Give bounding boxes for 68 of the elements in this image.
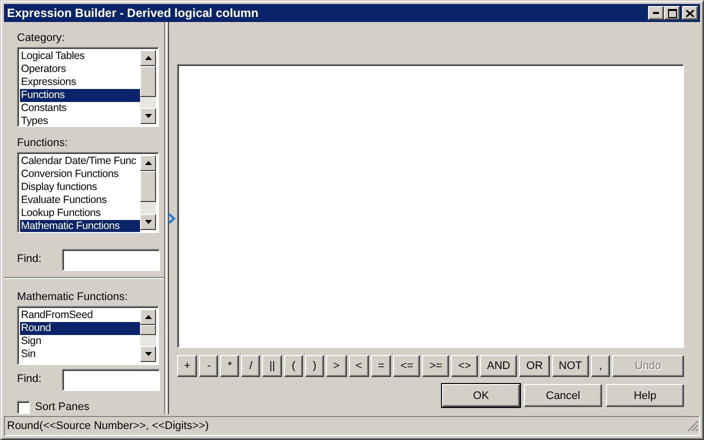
list-item[interactable]: Types [20,115,140,126]
operator-button[interactable]: || [262,355,282,377]
list-item[interactable]: Mathematic Functions [20,220,140,232]
status-text: Round(<<Source Number>>, <<Digits>>) [7,420,210,432]
list-box[interactable]: RandFromSeed Round Sign Sin [17,306,159,365]
operator-button[interactable]: >= [422,355,450,377]
list-item[interactable]: Constants [20,102,140,115]
list-item[interactable]: Calendar Date/Time Func [20,155,140,168]
operator-button[interactable]: <> [451,355,478,377]
sort-panes-checkbox[interactable] [17,400,30,414]
scroll-up-icon [144,314,152,318]
list-box[interactable]: Logical Tables Operators Expressions Functions Constants Types [17,47,159,128]
list-item[interactable]: Logical Tables [20,50,140,63]
list-item[interactable]: Display functions [20,181,140,194]
list-item[interactable]: RandFromSeed [20,308,140,322]
operator-button[interactable]: * [220,355,240,377]
list-label: Functions: [17,137,69,150]
checkbox-label: Sort Panes [35,401,90,414]
dialog-button[interactable]: OK [442,384,520,407]
list-item[interactable]: Sign [20,334,140,348]
chevron-right-icon[interactable] [168,212,176,224]
dialog-button[interactable]: Cancel [524,384,602,407]
minimize-icon [653,12,659,14]
find-label: Find: [17,373,42,386]
scroll-down-icon [144,220,152,224]
resize-grip-icon[interactable] [687,420,699,432]
list-label: Category: [17,32,66,45]
minimize-button[interactable] [648,6,664,20]
operator-button[interactable]: <= [393,355,420,377]
operator-button[interactable]: OR [519,355,550,377]
list-item[interactable]: Conversion Functions [20,168,140,182]
operator-button[interactable]: AND [480,355,518,377]
close-icon [686,10,694,16]
scroll-down-icon [144,114,152,118]
operator-button[interactable]: NOT [552,355,589,377]
list-item[interactable]: Sin [20,348,140,360]
close-button[interactable] [682,6,698,20]
dialog-button[interactable]: Help [606,384,684,407]
list-item[interactable]: Operators [20,63,140,76]
operator-button[interactable]: > [326,355,347,377]
expression-field[interactable] [176,64,684,348]
list-item[interactable]: Evaluate Functions [20,194,140,208]
operator-button[interactable]: , [591,355,610,377]
maximize-icon [668,8,676,18]
operator-button[interactable]: + [176,355,198,377]
operator-button[interactable]: ( [284,355,304,377]
scroll-down-icon [144,352,152,356]
find-label: Find: [17,253,42,266]
scroll-up-icon [144,56,152,60]
operator-button[interactable]: ) [305,355,324,377]
find-field[interactable] [62,368,160,391]
list-item[interactable]: Lookup Functions [20,207,140,220]
operator-button[interactable]: < [348,355,370,377]
operator-button[interactable]: / [241,355,260,377]
maximize-button[interactable] [664,6,680,20]
operator-button[interactable]: = [371,355,392,377]
list-item[interactable]: Functions [20,89,140,102]
scrollbar[interactable] [140,155,156,230]
list-item[interactable]: Round [20,322,140,334]
scrollbar[interactable] [140,50,156,124]
list-box[interactable]: Calendar Date/Time Func Conversion Functions Display functions Evaluate Functions Lookup Functions Mathematic Functions [17,152,159,232]
find-field[interactable] [62,248,160,270]
list-label: Mathematic Functions: [17,290,129,304]
scrollbar[interactable] [140,308,156,362]
operator-button[interactable]: - [199,355,218,377]
scroll-up-icon [144,161,152,166]
list-item[interactable]: Expressions [20,76,140,89]
window-title: Expression Builder - Derived logical column [7,6,260,20]
